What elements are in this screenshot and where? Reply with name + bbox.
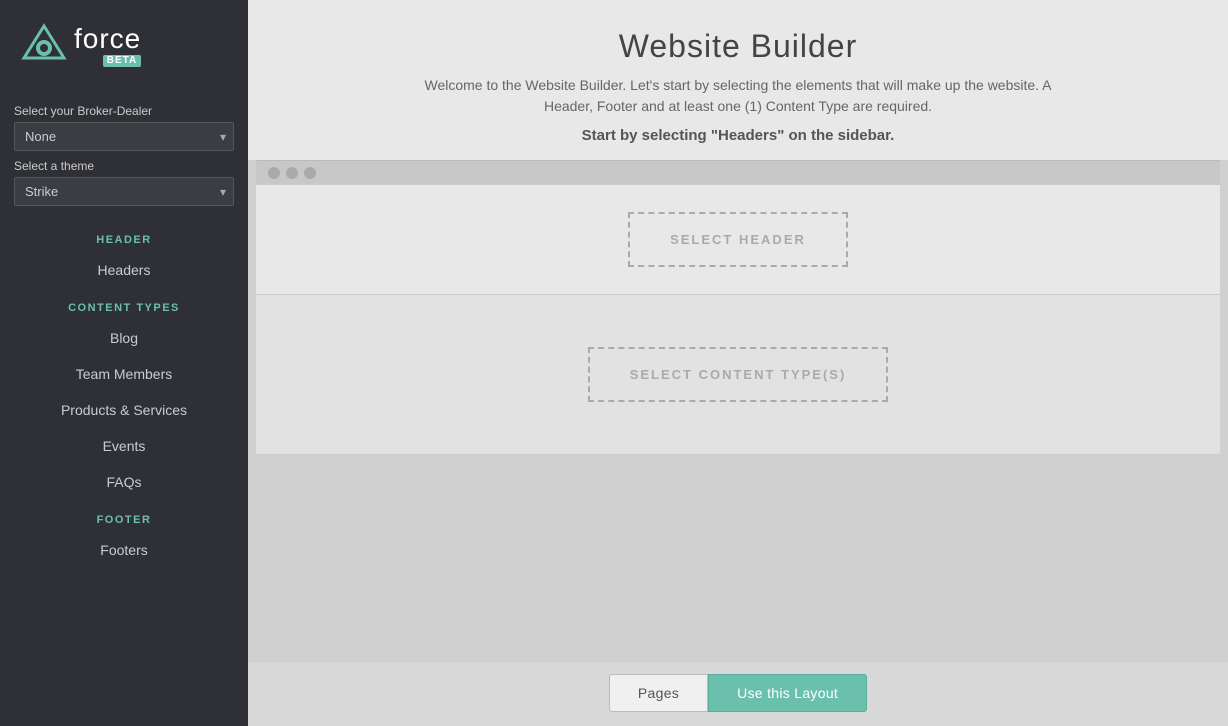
logo-icon bbox=[20, 22, 68, 70]
bottom-bar: Pages Use this Layout bbox=[248, 662, 1228, 726]
sidebar-item-products-services[interactable]: Products & Services bbox=[0, 392, 248, 428]
broker-dealer-label: Select your Broker-Dealer bbox=[14, 104, 234, 118]
page-cta: Start by selecting "Headers" on the side… bbox=[268, 127, 1208, 144]
content-types-section-title: CONTENT TYPES bbox=[0, 288, 248, 320]
sidebar-section-header: HEADER Headers bbox=[0, 220, 248, 288]
header-zone[interactable]: SELECT HEADER bbox=[256, 185, 1220, 295]
sidebar: force BETA Select your Broker-Dealer Non… bbox=[0, 0, 248, 726]
logo-area: force BETA bbox=[0, 0, 248, 88]
content-placeholder: SELECT CONTENT TYPE(S) bbox=[588, 347, 889, 402]
theme-label: Select a theme bbox=[14, 159, 234, 173]
sidebar-item-headers[interactable]: Headers bbox=[0, 252, 248, 288]
main-content: Website Builder Welcome to the Website B… bbox=[248, 0, 1228, 726]
sidebar-section-footer: FOOTER Footers bbox=[0, 500, 248, 568]
header-section-title: HEADER bbox=[0, 220, 248, 252]
sidebar-item-team-members[interactable]: Team Members bbox=[0, 356, 248, 392]
header-placeholder: SELECT HEADER bbox=[628, 212, 848, 267]
sidebar-controls: Select your Broker-Dealer None Select a … bbox=[0, 88, 248, 220]
page-subtitle: Welcome to the Website Builder. Let's st… bbox=[418, 75, 1058, 117]
page-header: Website Builder Welcome to the Website B… bbox=[248, 0, 1228, 160]
browser-dot-1 bbox=[268, 167, 280, 179]
content-zone[interactable]: SELECT CONTENT TYPE(S) bbox=[256, 295, 1220, 455]
logo-badge: BETA bbox=[103, 55, 141, 67]
footer-section-title: FOOTER bbox=[0, 500, 248, 532]
sidebar-section-content-types: CONTENT TYPES Blog Team Members Products… bbox=[0, 288, 248, 500]
browser-chrome bbox=[256, 160, 1220, 185]
logo-name: force bbox=[74, 25, 141, 53]
sidebar-item-events[interactable]: Events bbox=[0, 428, 248, 464]
broker-dealer-select[interactable]: None bbox=[14, 122, 234, 151]
theme-select[interactable]: Strike bbox=[14, 177, 234, 206]
pages-button[interactable]: Pages bbox=[609, 674, 708, 712]
builder-area: SELECT HEADER SELECT CONTENT TYPE(S) bbox=[248, 160, 1228, 662]
sidebar-item-blog[interactable]: Blog bbox=[0, 320, 248, 356]
sidebar-item-faqs[interactable]: FAQs bbox=[0, 464, 248, 500]
builder-preview: SELECT HEADER SELECT CONTENT TYPE(S) bbox=[256, 160, 1220, 455]
browser-dot-2 bbox=[286, 167, 298, 179]
broker-dealer-select-wrap: None bbox=[14, 122, 234, 151]
browser-dot-3 bbox=[304, 167, 316, 179]
main-layout: force BETA Select your Broker-Dealer Non… bbox=[0, 0, 1228, 726]
use-layout-button[interactable]: Use this Layout bbox=[708, 674, 867, 712]
logo-text: force BETA bbox=[74, 25, 141, 67]
sidebar-item-footers[interactable]: Footers bbox=[0, 532, 248, 568]
page-title: Website Builder bbox=[268, 28, 1208, 65]
theme-select-wrap: Strike bbox=[14, 177, 234, 206]
